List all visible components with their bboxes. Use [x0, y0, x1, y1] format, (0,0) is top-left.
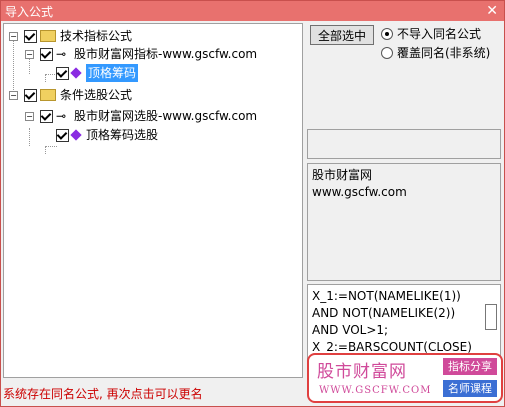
formula-info-box: 股市财富网 www.gscfw.com — [307, 163, 501, 281]
radio-overwrite[interactable]: 覆盖同名(非系统) — [381, 45, 503, 61]
close-icon[interactable]: ✕ — [486, 1, 498, 21]
collapse-icon[interactable]: − — [9, 91, 18, 100]
scrollbar-thumb[interactable] — [485, 304, 497, 330]
tree-node-label-selected: 顶格筹码 — [86, 64, 139, 82]
tree-node-leaf-1[interactable]: 顶格筹码 — [4, 64, 300, 82]
radio-dot[interactable] — [381, 47, 393, 59]
collapse-icon[interactable]: − — [25, 50, 34, 59]
select-all-button[interactable]: 全部选中 — [310, 25, 374, 45]
radio-skip-duplicate[interactable]: 不导入同名公式 — [381, 26, 501, 42]
tree-connector — [45, 146, 57, 147]
radio-label: 覆盖同名(非系统) — [397, 46, 491, 60]
collapse-icon[interactable]: − — [25, 112, 34, 121]
watermark-url: WWW.GSCFW.COM — [319, 385, 432, 396]
folder-icon — [40, 30, 56, 42]
tree-node-subgroup-1[interactable]: − ⊸ 股市财富网指标-www.gscfw.com — [4, 45, 300, 63]
key-icon: ⊸ — [56, 109, 67, 123]
status-message: 系统存在同名公式, 再次点击可以更名 — [3, 387, 203, 401]
folder-icon — [40, 89, 56, 101]
watermark-brand: 股市财富网 — [317, 362, 407, 382]
info-line: www.gscfw.com — [312, 185, 407, 199]
formula-icon — [70, 129, 82, 141]
title-bar: 导入公式 ✕ — [1, 1, 504, 21]
key-icon: ⊸ — [56, 47, 67, 61]
checkbox-subgroup-2[interactable] — [40, 110, 53, 123]
code-line: AND VOL>1; — [312, 323, 389, 337]
tree-node-label: 顶格筹码选股 — [86, 128, 159, 142]
tree-node-label: 条件选股公式 — [60, 88, 133, 102]
checkbox-leaf-1[interactable] — [56, 67, 69, 80]
watermark-logo: 股市财富网 WWW.GSCFW.COM 指标分享 名师课程 — [307, 353, 503, 403]
checkbox-group-1[interactable] — [24, 30, 37, 43]
watermark-tag: 名师课程 — [443, 380, 497, 397]
checkbox-leaf-2[interactable] — [56, 129, 69, 142]
tree-connector — [45, 146, 46, 154]
tree-node-label: 股市财富网选股-www.gscfw.com — [74, 109, 258, 123]
tree-node-group-2[interactable]: − 条件选股公式 — [4, 86, 300, 104]
tree-node-leaf-2[interactable]: 顶格筹码选股 — [4, 126, 300, 144]
import-formula-dialog: 导入公式 ✕ − 技术指标公式 − ⊸ 股市财富网指标-www.gscfw.co… — [0, 0, 505, 407]
info-line: 股市财富网 — [312, 168, 373, 182]
window-title: 导入公式 — [5, 5, 54, 19]
empty-field — [307, 129, 501, 159]
tree-node-label: 股市财富网指标-www.gscfw.com — [74, 47, 258, 61]
collapse-icon[interactable]: − — [9, 32, 18, 41]
checkbox-group-2[interactable] — [24, 89, 37, 102]
tree-node-subgroup-2[interactable]: − ⊸ 股市财富网选股-www.gscfw.com — [4, 107, 300, 125]
watermark-tag: 指标分享 — [443, 358, 497, 375]
formula-icon — [70, 67, 82, 79]
tree-node-label: 技术指标公式 — [60, 29, 133, 43]
checkbox-subgroup-1[interactable] — [40, 48, 53, 61]
radio-dot-selected[interactable] — [381, 28, 393, 40]
radio-label: 不导入同名公式 — [397, 27, 482, 41]
tree-node-group-1[interactable]: − 技术指标公式 — [4, 27, 300, 45]
code-line: X_1:=NOT(NAMELIKE(1)) — [312, 289, 461, 303]
code-line: AND NOT(NAMELIKE(2)) — [312, 306, 456, 320]
formula-tree[interactable]: − 技术指标公式 − ⊸ 股市财富网指标-www.gscfw.com 顶格筹码 … — [3, 23, 303, 378]
